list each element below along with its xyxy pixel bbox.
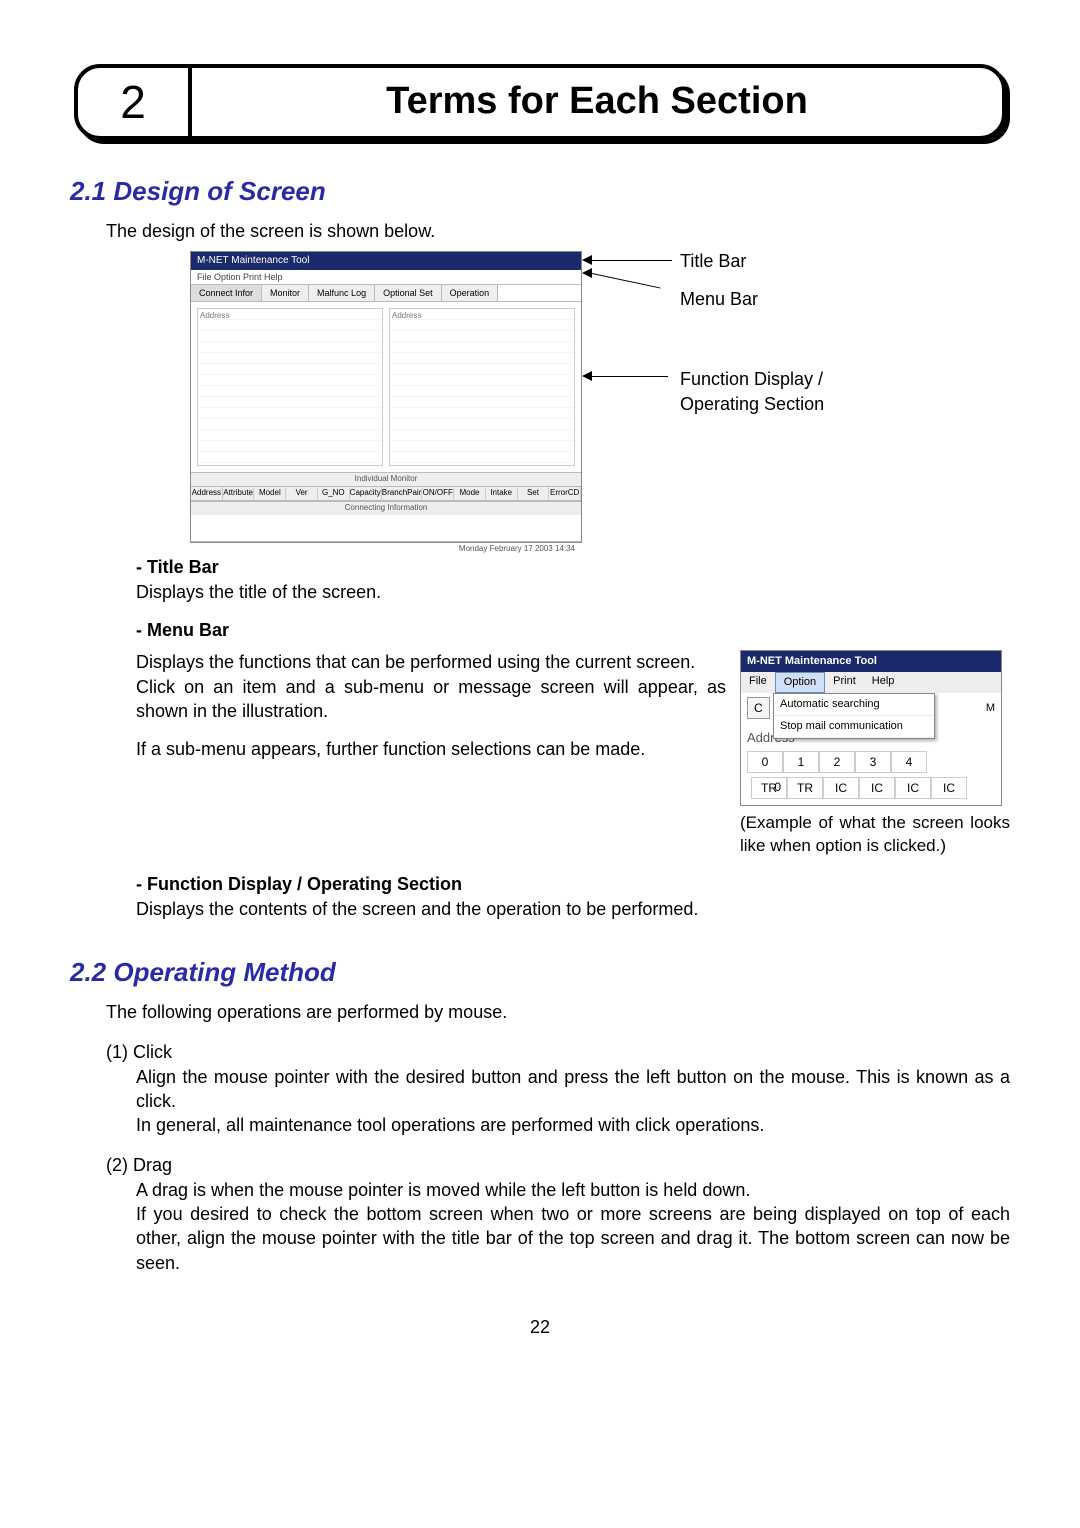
fig1-tab: Optional Set (375, 285, 442, 301)
fig2-title-bar: M-NET Maintenance Tool (741, 651, 1001, 672)
cell: TR (751, 777, 787, 799)
th: G_NO (318, 487, 350, 500)
cell: 0 (747, 751, 783, 773)
fig2-toolbar-right: M (986, 701, 995, 716)
arrow-icon (582, 268, 592, 278)
th: BranchPair (382, 487, 423, 500)
figure-screen-design: M-NET Maintenance Tool File Option Print… (190, 251, 1010, 541)
cell: 3 (855, 751, 891, 773)
callout-line (592, 376, 668, 377)
term-function-section-desc: Displays the contents of the screen and … (136, 897, 1010, 921)
fig2-dropdown-item[interactable]: Automatic searching (774, 694, 934, 716)
term-menu-bar-p3: If a sub-menu appears, further function … (136, 737, 726, 761)
th: Address (191, 487, 223, 500)
fig1-tab: Operation (442, 285, 499, 301)
term-function-section: - Function Display / Operating Section (136, 872, 1010, 896)
fig1-lower-table (191, 515, 581, 541)
item-drag-p2: If you desired to check the bottom scree… (136, 1202, 1010, 1275)
fig1-tab: Connect Infor (191, 285, 262, 301)
chapter-title: Terms for Each Section (192, 68, 1002, 136)
fig2-menu-help[interactable]: Help (864, 672, 903, 693)
cell: 1 (783, 751, 819, 773)
fig1-tab: Monitor (262, 285, 309, 301)
chapter-banner: 2 Terms for Each Section (74, 64, 1006, 140)
term-menu-bar: - Menu Bar (136, 618, 1010, 642)
th: Ver (286, 487, 318, 500)
term-title-bar: - Title Bar (136, 555, 1010, 579)
cell: IC (823, 777, 859, 799)
callout-function-section: Function Display / Operating Section (680, 367, 900, 416)
callout-menu-bar: Menu Bar (680, 287, 758, 311)
page-number: 22 (70, 1315, 1010, 1339)
fig1-table-headers: Address Attribute Model Ver G_NO Capacit… (191, 486, 581, 501)
th: Model (254, 487, 286, 500)
fig2-c-button[interactable]: C (747, 697, 770, 719)
fig1-left-grid: Address (197, 308, 383, 466)
th: Mode (454, 487, 486, 500)
th: ON/OFF (422, 487, 454, 500)
item-click-p2: In general, all maintenance tool operati… (136, 1113, 1010, 1137)
fig1-tab: Malfunc Log (309, 285, 375, 301)
fig1-title-bar: M-NET Maintenance Tool (191, 252, 581, 270)
arrow-icon (582, 371, 592, 381)
cell: TR (787, 777, 823, 799)
th: Capacity (350, 487, 382, 500)
sec21-intro: The design of the screen is shown below. (106, 219, 1010, 243)
cell: IC (895, 777, 931, 799)
fig2-address-row-0: 0 TR TR IC IC IC IC (747, 777, 995, 799)
fig1-right-grid: Address (389, 308, 575, 466)
callout-title-bar: Title Bar (680, 249, 746, 273)
section-2-2-heading: 2.2 Operating Method (70, 955, 1010, 990)
fig2-dropdown: Automatic searching Stop mail communicat… (773, 693, 935, 739)
fig2-menu-print[interactable]: Print (825, 672, 864, 693)
th: Intake (486, 487, 518, 500)
th: Attribute (223, 487, 255, 500)
grid-label: Address (200, 311, 229, 322)
cell: IC (931, 777, 967, 799)
fig1-menu-bar: File Option Print Help (191, 270, 581, 284)
fig2-address-header-row: 0 1 2 3 4 (747, 751, 995, 773)
term-menu-bar-p2: Click on an item and a sub-menu or messa… (136, 675, 726, 724)
item-drag-num: (2) Drag (106, 1153, 1010, 1177)
item-click-p1: Align the mouse pointer with the desired… (136, 1065, 1010, 1114)
cell: IC (859, 777, 895, 799)
callout-line (592, 273, 661, 289)
sec22-intro: The following operations are performed b… (106, 1000, 1010, 1024)
fig1-connecting-info-bar: Connecting Information (191, 501, 581, 515)
fig2-caption: (Example of what the screen looks like w… (740, 812, 1010, 858)
fig2-menu-file[interactable]: File (741, 672, 775, 693)
section-2-1-heading: 2.1 Design of Screen (70, 174, 1010, 209)
arrow-icon (582, 255, 592, 265)
grid-label: Address (392, 311, 421, 322)
fig1-window: M-NET Maintenance Tool File Option Print… (190, 251, 582, 543)
cell: 2 (819, 751, 855, 773)
fig1-tabs: Connect Infor Monitor Malfunc Log Option… (191, 284, 581, 302)
fig1-individual-monitor-bar: Individual Monitor (191, 472, 581, 486)
th: ErrorCD (549, 487, 581, 500)
fig2-dropdown-item[interactable]: Stop mail communication (774, 716, 934, 738)
th: Set (518, 487, 550, 500)
term-menu-bar-p1: Displays the functions that can be perfo… (136, 650, 726, 674)
item-click-num: (1) Click (106, 1040, 1010, 1064)
fig1-status-bar: Monday February 17 2003 14:34 (191, 541, 581, 557)
fig2-menu-bar: File Option Print Help (741, 672, 1001, 693)
callout-line (592, 260, 672, 261)
chapter-number: 2 (78, 68, 192, 136)
term-title-bar-desc: Displays the title of the screen. (136, 580, 1010, 604)
item-drag-p1: A drag is when the mouse pointer is move… (136, 1178, 1010, 1202)
fig1-body: Address Address (191, 302, 581, 472)
figure-option-dropdown: M-NET Maintenance Tool File Option Print… (740, 650, 1002, 806)
fig2-menu-option[interactable]: Option (775, 672, 825, 693)
cell: 4 (891, 751, 927, 773)
